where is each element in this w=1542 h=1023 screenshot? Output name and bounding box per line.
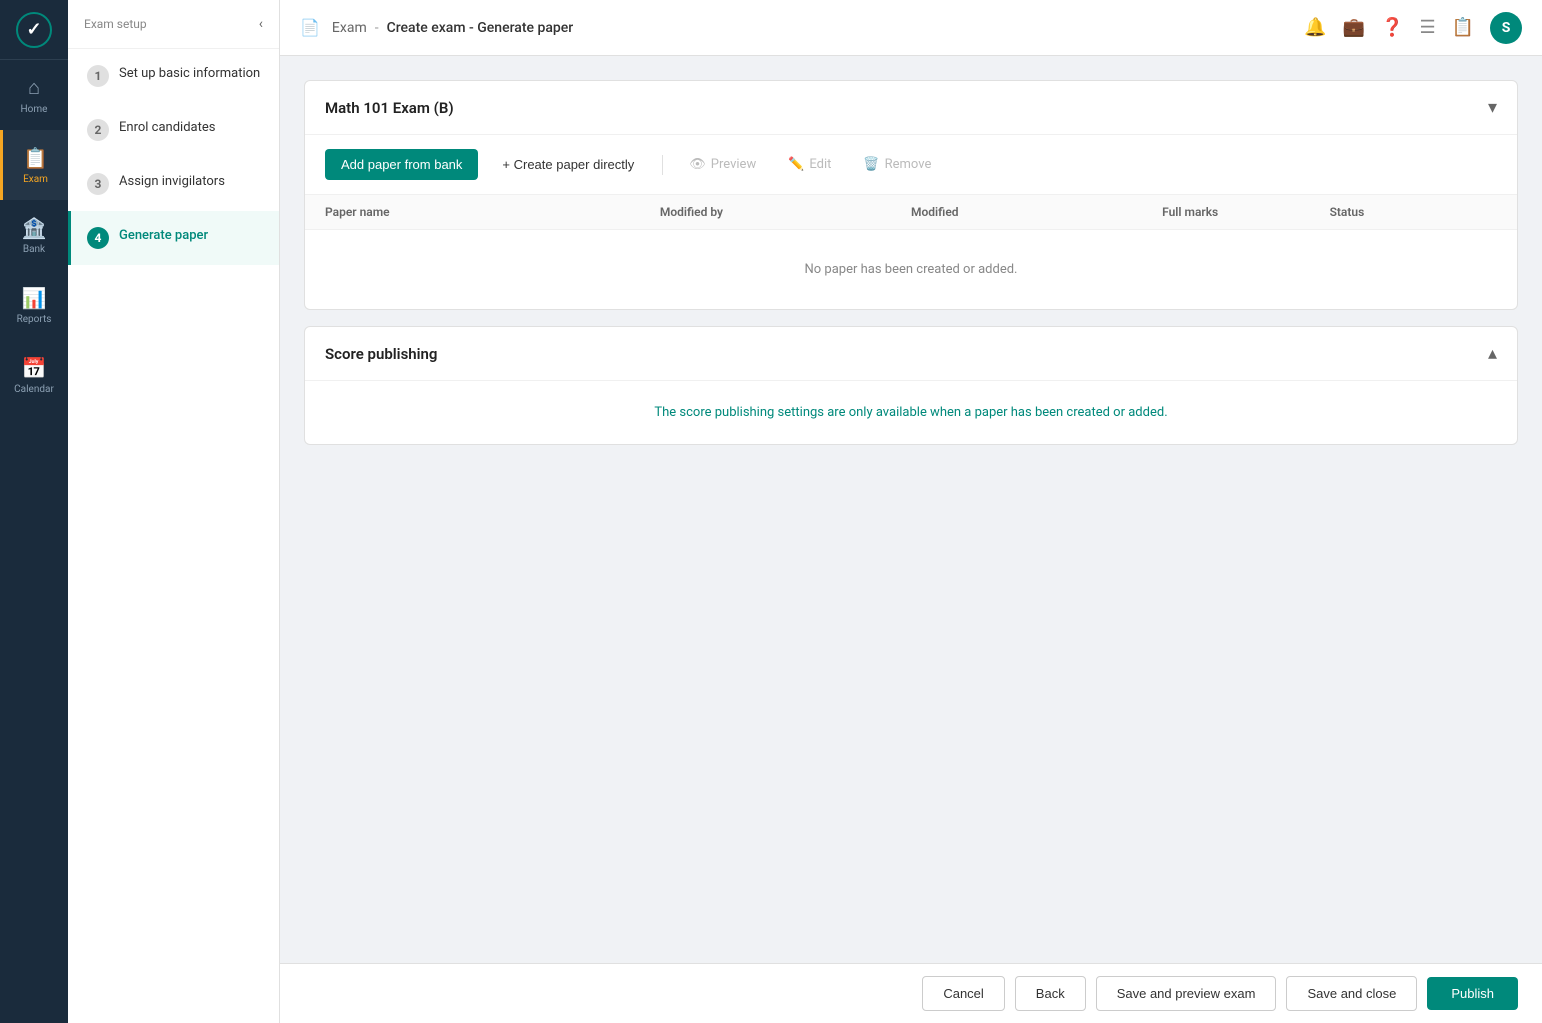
nav-item-reports[interactable]: 📊 Reports bbox=[0, 270, 68, 340]
score-info-message: The score publishing settings are only a… bbox=[305, 381, 1517, 444]
exam-icon: 📋 bbox=[23, 146, 48, 170]
score-card-header: Score publishing ▴ bbox=[305, 327, 1517, 381]
nav-item-bank[interactable]: 🏦 Bank bbox=[0, 200, 68, 270]
step-label-3: Assign invigilators bbox=[119, 173, 225, 191]
topbar-page-icon: 📄 bbox=[300, 18, 320, 37]
paper-card: Math 101 Exam (B) ▾ Add paper from bank … bbox=[304, 80, 1518, 310]
edit-icon: ✏️ bbox=[788, 157, 804, 172]
nav-label-reports: Reports bbox=[17, 314, 52, 325]
cancel-button[interactable]: Cancel bbox=[922, 976, 1004, 1011]
score-card-title: Score publishing bbox=[325, 345, 437, 363]
preview-icon: 👁 bbox=[689, 157, 706, 172]
step-label-4: Generate paper bbox=[119, 227, 208, 245]
step-label-2: Enrol candidates bbox=[119, 119, 215, 137]
remove-button[interactable]: 🗑️ Remove bbox=[853, 149, 941, 180]
paper-toolbar: Add paper from bank + Create paper direc… bbox=[305, 135, 1517, 195]
create-directly-label: + Create paper directly bbox=[502, 157, 634, 172]
edit-label: Edit bbox=[809, 157, 831, 172]
user-avatar[interactable]: S bbox=[1490, 12, 1522, 44]
nav-label-exam: Exam bbox=[23, 174, 48, 185]
home-icon: ⌂ bbox=[28, 75, 40, 100]
sidebar-step-1[interactable]: 1 Set up basic information bbox=[68, 49, 279, 103]
col-status: Status bbox=[1330, 205, 1497, 219]
bank-icon: 🏦 bbox=[22, 216, 47, 240]
paper-table-header: Paper name Modified by Modified Full mar… bbox=[305, 195, 1517, 230]
breadcrumb-parent: Exam bbox=[332, 20, 367, 36]
step-number-4: 4 bbox=[87, 227, 109, 249]
topbar-actions: 🔔 💼 ❓ ☰ 📋 S bbox=[1304, 12, 1522, 44]
create-paper-directly-button[interactable]: + Create paper directly bbox=[490, 149, 646, 180]
toolbar-separator-1 bbox=[662, 155, 663, 175]
sidebar-step-4[interactable]: 4 Generate paper bbox=[68, 211, 279, 265]
sidebar-collapse-button[interactable]: ‹ bbox=[259, 16, 263, 32]
main-area: 📄 Exam - Create exam - Generate paper 🔔 … bbox=[280, 0, 1542, 1023]
sidebar: Exam setup ‹ 1 Set up basic information … bbox=[68, 0, 280, 1023]
left-navigation: ✓ ⌂ Home 📋 Exam 🏦 Bank 📊 Reports 📅 Calen… bbox=[0, 0, 68, 1023]
sidebar-step-3[interactable]: 3 Assign invigilators bbox=[68, 157, 279, 211]
nav-label-bank: Bank bbox=[23, 244, 45, 255]
remove-label: Remove bbox=[885, 157, 932, 172]
back-button[interactable]: Back bbox=[1015, 976, 1086, 1011]
add-paper-from-bank-button[interactable]: Add paper from bank bbox=[325, 149, 478, 180]
col-paper-name: Paper name bbox=[325, 205, 660, 219]
nav-item-home[interactable]: ⌂ Home bbox=[0, 60, 68, 130]
preview-label: Preview bbox=[711, 157, 756, 172]
score-card-toggle[interactable]: ▴ bbox=[1488, 343, 1497, 364]
breadcrumb: Exam - Create exam - Generate paper bbox=[332, 20, 573, 36]
col-modified: Modified bbox=[911, 205, 1162, 219]
publish-button[interactable]: Publish bbox=[1427, 977, 1518, 1010]
save-and-close-button[interactable]: Save and close bbox=[1286, 976, 1417, 1011]
score-publishing-card: Score publishing ▴ The score publishing … bbox=[304, 326, 1518, 445]
calendar-icon: 📅 bbox=[22, 356, 47, 380]
breadcrumb-separator: - bbox=[375, 20, 379, 36]
logo-icon: ✓ bbox=[16, 12, 52, 48]
paper-card-toggle[interactable]: ▾ bbox=[1488, 97, 1497, 118]
briefcase-icon[interactable]: 💼 bbox=[1343, 17, 1365, 38]
notification-icon[interactable]: 🔔 bbox=[1304, 17, 1326, 38]
step-label-1: Set up basic information bbox=[119, 65, 260, 83]
paper-card-header: Math 101 Exam (B) ▾ bbox=[305, 81, 1517, 135]
nav-label-calendar: Calendar bbox=[14, 384, 54, 395]
nav-label-home: Home bbox=[21, 104, 48, 115]
clipboard-icon[interactable]: 📋 bbox=[1452, 17, 1474, 38]
menu-icon[interactable]: ☰ bbox=[1419, 17, 1435, 38]
paper-card-title: Math 101 Exam (B) bbox=[325, 99, 454, 117]
paper-table-empty: No paper has been created or added. bbox=[305, 230, 1517, 309]
step-number-2: 2 bbox=[87, 119, 109, 141]
col-modified-by: Modified by bbox=[660, 205, 911, 219]
nav-item-calendar[interactable]: 📅 Calendar bbox=[0, 340, 68, 410]
sidebar-header: Exam setup ‹ bbox=[68, 0, 279, 49]
sidebar-step-2[interactable]: 2 Enrol candidates bbox=[68, 103, 279, 157]
save-and-preview-button[interactable]: Save and preview exam bbox=[1096, 976, 1277, 1011]
footer: Cancel Back Save and preview exam Save a… bbox=[280, 963, 1542, 1023]
topbar: 📄 Exam - Create exam - Generate paper 🔔 … bbox=[280, 0, 1542, 56]
step-number-1: 1 bbox=[87, 65, 109, 87]
edit-button[interactable]: ✏️ Edit bbox=[778, 149, 841, 180]
help-icon[interactable]: ❓ bbox=[1381, 17, 1403, 38]
step-number-3: 3 bbox=[87, 173, 109, 195]
col-full-marks: Full marks bbox=[1162, 205, 1329, 219]
reports-icon: 📊 bbox=[22, 286, 47, 310]
preview-button[interactable]: 👁 Preview bbox=[679, 149, 766, 180]
remove-icon: 🗑️ bbox=[863, 157, 879, 172]
content-area: Math 101 Exam (B) ▾ Add paper from bank … bbox=[280, 56, 1542, 963]
app-logo[interactable]: ✓ bbox=[0, 0, 68, 60]
nav-item-exam[interactable]: 📋 Exam bbox=[0, 130, 68, 200]
exam-setup-label: Exam setup bbox=[84, 17, 147, 31]
breadcrumb-current: Create exam - Generate paper bbox=[387, 20, 574, 36]
